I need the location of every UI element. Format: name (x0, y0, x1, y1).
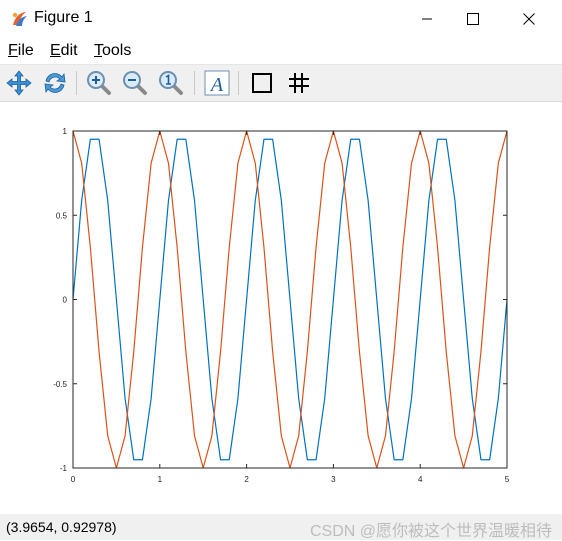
box-icon (252, 73, 272, 93)
app-logo-icon (10, 9, 30, 29)
zoom-in-button[interactable] (84, 68, 114, 98)
x-tick-label: 1 (158, 475, 163, 484)
text-icon: A (204, 70, 230, 96)
figure-canvas[interactable]: 0 1 2 3 4 5 1 0.5 0 -0.5 -1 (0, 102, 562, 514)
x-tick-label: 4 (418, 475, 423, 484)
x-tick-label: 3 (331, 475, 336, 484)
y-tick-label: 0.5 (56, 211, 68, 220)
menu-edit[interactable]: Edit (50, 42, 78, 60)
window-title: Figure 1 (34, 9, 93, 26)
toolbar-separator (194, 71, 195, 95)
text-icon-glyph: A (209, 74, 224, 96)
toolbar-separator (238, 71, 239, 95)
line-chart[interactable]: 0 1 2 3 4 5 1 0.5 0 -0.5 -1 (0, 102, 562, 514)
pan-icon (6, 70, 32, 96)
zoom-out-icon (123, 71, 147, 95)
y-tick-label: 1 (63, 127, 68, 136)
x-tick-label: 5 (505, 475, 510, 484)
x-tick-label: 2 (244, 475, 249, 484)
watermark: CSDN @愿你被这个世界温暖相待 (309, 523, 552, 540)
cursor-coordinates: (3.9654, 0.92978) (6, 519, 117, 535)
close-icon (523, 13, 535, 25)
menu-file-mnemonic: F (8, 42, 18, 59)
maximize-icon (467, 13, 479, 25)
menu-file-label: ile (17, 42, 34, 59)
zoom-out-button[interactable] (120, 68, 150, 98)
menu-bar: File Edit Tools (0, 38, 562, 64)
maximize-button[interactable] (450, 0, 496, 38)
rotate-button[interactable] (40, 68, 70, 98)
toolbar: A (0, 64, 562, 102)
zoom-reset-icon (159, 71, 183, 95)
rotate-icon (44, 72, 66, 94)
grid-button[interactable] (284, 68, 314, 98)
zoom-in-icon (87, 71, 111, 95)
toolbar-separator (76, 71, 77, 95)
minimize-icon (422, 18, 432, 20)
menu-file[interactable]: File (8, 42, 34, 60)
close-button[interactable] (506, 0, 552, 38)
zoom-reset-button[interactable] (156, 68, 186, 98)
menu-tools[interactable]: Tools (94, 42, 131, 60)
y-tick-label: 0 (63, 296, 68, 305)
status-bar: (3.9654, 0.92978) CSDN @愿你被这个世界温暖相待 (0, 514, 562, 540)
pan-button[interactable] (4, 68, 34, 98)
grid-icon (289, 73, 309, 93)
menu-tools-label: ools (102, 42, 132, 59)
title-bar: Figure 1 (0, 0, 562, 38)
x-tick-label: 0 (71, 475, 76, 484)
box-button[interactable] (247, 68, 277, 98)
y-tick-label: -0.5 (53, 380, 67, 389)
minimize-button[interactable] (404, 0, 450, 38)
text-button[interactable]: A (202, 68, 232, 98)
y-tick-label: -1 (60, 464, 68, 473)
menu-edit-label: dit (60, 42, 78, 59)
menu-edit-mnemonic: E (50, 42, 61, 59)
menu-tools-mnemonic: T (94, 42, 102, 59)
